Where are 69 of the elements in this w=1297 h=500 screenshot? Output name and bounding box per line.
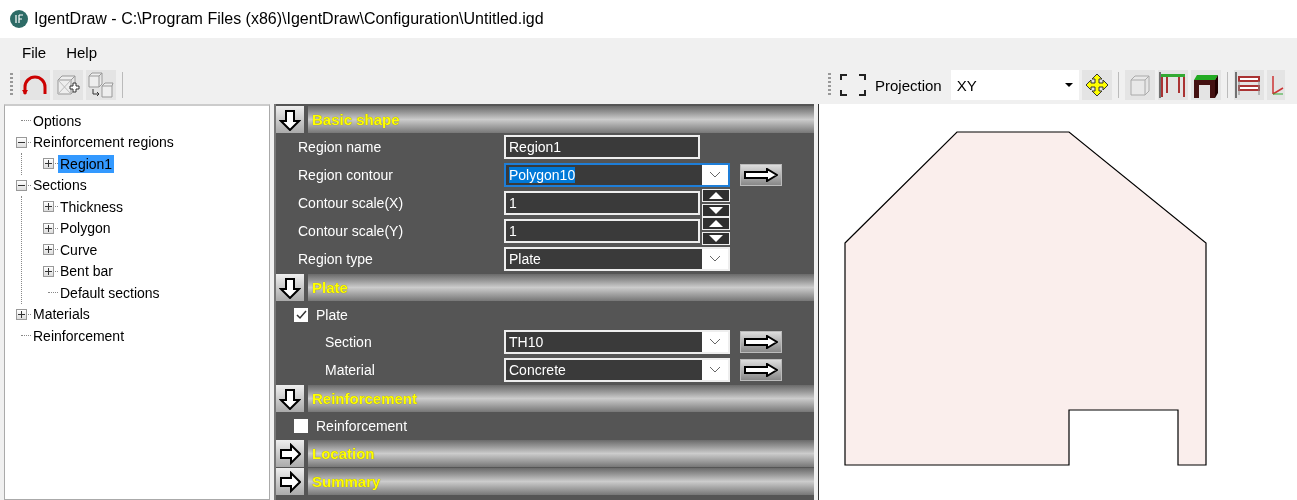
axes-icon[interactable]: [1266, 70, 1285, 100]
tree-item[interactable]: Materials: [31, 305, 92, 324]
add-cube-icon[interactable]: [53, 70, 83, 100]
expand-icon[interactable]: [43, 158, 54, 170]
collapse-icon[interactable]: [16, 179, 27, 191]
checkbox[interactable]: [294, 307, 308, 322]
field-label: Material: [324, 362, 376, 378]
field-label: Region contour: [297, 167, 394, 183]
expand-icon[interactable]: [16, 308, 27, 320]
spin-up-button[interactable]: [702, 189, 730, 202]
field-label: Region name: [297, 139, 383, 155]
go-to-button[interactable]: [740, 359, 782, 381]
checkbox-label: Plate: [316, 306, 348, 323]
wire-table-icon[interactable]: [1157, 70, 1188, 100]
tree-item[interactable]: Reinforcement: [31, 326, 127, 345]
tree-item[interactable]: Bent bar: [58, 262, 115, 281]
expand-icon[interactable]: [43, 201, 54, 213]
collapse-arrow-icon[interactable]: [276, 274, 304, 301]
go-to-button[interactable]: [740, 164, 782, 186]
field-label: Region type: [297, 251, 374, 267]
app-logo-icon: [10, 10, 28, 28]
field-label: Contour scale(X): [297, 195, 405, 211]
tree-item[interactable]: Polygon: [58, 219, 113, 238]
triangle-down-icon: [709, 207, 723, 214]
tree-item[interactable]: Thickness: [58, 197, 126, 216]
expand-icon[interactable]: [43, 265, 54, 277]
projection-label: Projection: [875, 76, 942, 94]
spin-up-button[interactable]: [702, 217, 730, 230]
tree-item[interactable]: Curve: [58, 240, 100, 259]
move-arrows-icon[interactable]: [1081, 70, 1112, 100]
copy-cubes-icon[interactable]: [86, 70, 116, 100]
dropdown-field[interactable]: TH10: [504, 330, 730, 354]
tree-item[interactable]: Reinforcement regions: [31, 133, 176, 152]
field-label: Contour scale(Y): [297, 223, 405, 239]
tree-item[interactable]: Options: [31, 111, 84, 130]
expand-icon[interactable]: [43, 244, 54, 256]
chevron-down-icon: [709, 255, 721, 263]
number-field[interactable]: 1: [504, 191, 700, 215]
checkbox[interactable]: [294, 418, 308, 433]
tree-item[interactable]: Region1: [58, 154, 115, 173]
menu-item[interactable]: File: [12, 41, 57, 63]
collapse-arrow-icon[interactable]: [276, 385, 304, 412]
dropdown-field[interactable]: Polygon10: [504, 163, 730, 187]
solid-table-icon[interactable]: [1190, 70, 1221, 100]
chevron-down-icon: [709, 366, 721, 374]
dropdown-field[interactable]: Concrete: [504, 358, 730, 382]
dropdown-field[interactable]: Plate: [504, 247, 730, 271]
tree-item[interactable]: Sections: [31, 176, 89, 195]
chevron-down-icon: [709, 338, 721, 346]
spin-down-button[interactable]: [702, 232, 730, 245]
projection-dropdown[interactable]: XY: [950, 70, 1079, 100]
checkbox-label: Reinforcement: [316, 417, 408, 434]
number-field[interactable]: 1: [504, 219, 700, 243]
text-field[interactable]: Region1: [504, 135, 700, 159]
chevron-down-icon: [709, 171, 721, 179]
triangle-up-icon: [709, 192, 723, 199]
expand-icon[interactable]: [43, 222, 54, 234]
field-label: Section: [324, 334, 373, 350]
window-title: IgentDraw - C:\Program Files (x86)\IgentDraw\Configuration\Untitled.igd: [34, 10, 544, 28]
rotate-arc-icon[interactable]: [20, 70, 50, 100]
triangle-down-icon: [709, 235, 723, 242]
layers-icon[interactable]: [1233, 70, 1264, 100]
menu-item[interactable]: Help: [56, 41, 108, 63]
collapse-icon[interactable]: [16, 136, 27, 148]
go-to-button[interactable]: [740, 331, 782, 353]
triangle-up-icon: [709, 220, 723, 227]
collapse-arrow-icon[interactable]: [276, 106, 304, 133]
spin-down-button[interactable]: [702, 204, 730, 217]
tree-item[interactable]: Default sections: [58, 283, 162, 302]
